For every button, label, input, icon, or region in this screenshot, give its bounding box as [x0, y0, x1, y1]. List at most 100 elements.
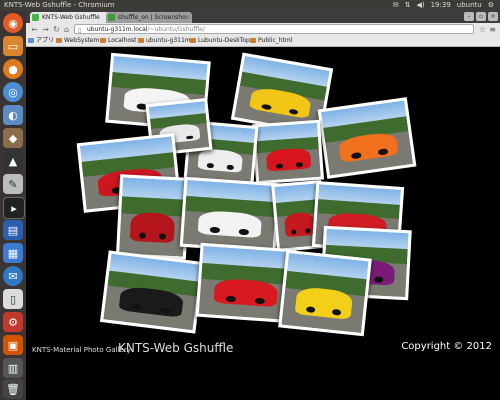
close-window-icon[interactable]: ×: [488, 12, 498, 21]
dash-home-icon[interactable]: ◉: [3, 13, 23, 33]
app-icon[interactable]: ◆: [3, 128, 23, 148]
sound-indicator-icon[interactable]: ◀): [416, 0, 424, 11]
tab-screenshot[interactable]: shuffle_on | Screensho ×: [106, 12, 192, 23]
calendar-icon[interactable]: ▦: [3, 243, 23, 263]
browser-icon[interactable]: ◐: [3, 105, 23, 125]
wheel: [331, 308, 342, 316]
apps-icon: [28, 38, 34, 43]
forward-icon[interactable]: →: [41, 25, 50, 34]
text-editor-icon[interactable]: ✎: [3, 174, 23, 194]
car-shape: [266, 147, 311, 172]
folder-icon: [100, 38, 106, 43]
bookmarks-bar: アプリ WebSystem Localhost ubuntu-g311m Lub…: [26, 35, 500, 47]
workspace-icon[interactable]: ▥: [3, 358, 23, 378]
car-shape: [129, 212, 176, 244]
folder-icon: [138, 38, 144, 43]
gallery-photo[interactable]: [99, 250, 205, 334]
wheel: [138, 232, 146, 239]
wheel: [159, 306, 171, 314]
trash-icon[interactable]: 🗑: [3, 379, 23, 399]
wheel: [130, 303, 142, 311]
writer-icon[interactable]: ▤: [3, 220, 23, 240]
bookmark-label: アプリ: [36, 37, 55, 44]
menu-icon[interactable]: ≡: [489, 25, 496, 34]
car-photo-image: [182, 179, 278, 251]
tab-strip: KNTS-Web Gshuffle × shuffle_on | Screens…: [26, 11, 500, 23]
software-center-icon[interactable]: ▣: [3, 335, 23, 355]
tab-label: shuffle_on | Screensho: [118, 14, 186, 21]
bookmark-label: ubuntu-g311m: [146, 37, 191, 44]
car-photo-image: [320, 100, 414, 176]
wheel: [374, 276, 384, 283]
thunderbird-icon[interactable]: ✉: [3, 266, 23, 286]
maximize-icon[interactable]: ▫: [476, 12, 486, 21]
bookmark-label: WebSystem: [64, 37, 100, 44]
wheel: [306, 306, 316, 314]
system-gear-icon[interactable]: ⚙: [488, 0, 494, 11]
bookmark-label: Lubuntu-DeskTop: [198, 37, 250, 44]
gallery-photo[interactable]: [278, 249, 372, 337]
inkscape-icon[interactable]: ▲: [3, 151, 23, 171]
tab-favicon-icon: [32, 14, 39, 21]
url-host: ubuntu-g311m.local: [87, 26, 148, 33]
launcher: ◉ ▭ ● ◎ ◐ ◆ ▲ ✎ ▸ ▤ ▦ ✉ ▯ ⚙ ▣ ▥ 🗑: [0, 11, 27, 400]
terminal-icon[interactable]: ▸: [3, 197, 25, 219]
car-photo-image: [103, 253, 201, 331]
bookmark-localhost[interactable]: Localhost: [100, 35, 137, 46]
bookmark-label: Public_html: [258, 37, 293, 44]
car-photo-image: [119, 177, 187, 257]
wheel: [261, 103, 272, 111]
bookmark-ubuntu-g311m[interactable]: ubuntu-g311m: [138, 35, 191, 46]
gallery-photo[interactable]: [317, 97, 417, 179]
wheel: [305, 228, 311, 234]
wheel: [295, 162, 303, 168]
bookmark-star-icon[interactable]: ☆: [478, 25, 487, 34]
wheel: [238, 229, 250, 236]
tab-gshuffle[interactable]: KNTS-Web Gshuffle ×: [30, 12, 116, 23]
url-path: /~ubuntu/Gshuffle/: [147, 26, 205, 33]
settings-icon[interactable]: ⚙: [3, 312, 23, 332]
user-name[interactable]: ubuntu: [457, 0, 482, 11]
gallery-photo[interactable]: [115, 174, 191, 260]
back-icon[interactable]: ←: [30, 25, 39, 34]
wheel: [209, 226, 221, 234]
wheel: [254, 297, 266, 305]
clock[interactable]: 19:39: [431, 0, 451, 11]
footer-title: KNTS-Web Gshuffle: [118, 341, 234, 355]
tab-favicon-icon: [108, 14, 115, 21]
wheel: [226, 164, 235, 170]
wheel: [290, 229, 297, 235]
wheel: [206, 163, 214, 169]
bookmark-apps[interactable]: アプリ: [28, 35, 54, 46]
home-icon[interactable]: ⌂: [62, 25, 71, 34]
window-title: KNTS-Web Gshuffle - Chromium: [4, 1, 115, 9]
car-shape: [283, 211, 317, 238]
bookmark-lubuntu-desktop[interactable]: Lubuntu-DeskTop: [190, 35, 250, 46]
tab-label: KNTS-Web Gshuffle: [42, 14, 100, 21]
bookmark-label: Localhost: [108, 37, 137, 44]
footer-copyright: Copyright © 2012: [401, 341, 492, 352]
reload-icon[interactable]: ↻: [52, 25, 61, 34]
network-indicator-icon[interactable]: ⇅: [405, 0, 411, 11]
folder-icon: [56, 38, 62, 43]
browser-toolbar: ← → ↻ ⌂ ▯ ubuntu-g311m.local/~ubuntu/Gsh…: [26, 23, 500, 35]
tab-close-icon[interactable]: ×: [185, 12, 190, 23]
document-icon[interactable]: ▯: [3, 289, 23, 309]
bookmark-public-html[interactable]: Public_html: [250, 35, 292, 46]
firefox-icon[interactable]: ●: [3, 59, 23, 79]
car-photo-image: [281, 253, 369, 333]
folder-icon: [250, 38, 256, 43]
gallery-photo[interactable]: [179, 176, 281, 254]
gallery-photo[interactable]: [251, 119, 325, 185]
wheel: [159, 233, 167, 240]
wheel: [186, 135, 193, 140]
minimize-icon[interactable]: –: [464, 12, 474, 21]
wheel: [378, 148, 389, 156]
mail-indicator-icon[interactable]: ✉: [393, 0, 399, 11]
chromium-icon[interactable]: ◎: [3, 82, 23, 102]
wheel: [351, 152, 362, 159]
bookmark-websystem[interactable]: WebSystem: [56, 35, 99, 46]
address-bar[interactable]: ▯ ubuntu-g311m.local/~ubuntu/Gshuffle/: [74, 24, 474, 34]
files-icon[interactable]: ▭: [3, 36, 23, 56]
panel-indicators: ✉ ⇅ ◀) 19:39 ubuntu ⚙: [393, 0, 494, 11]
